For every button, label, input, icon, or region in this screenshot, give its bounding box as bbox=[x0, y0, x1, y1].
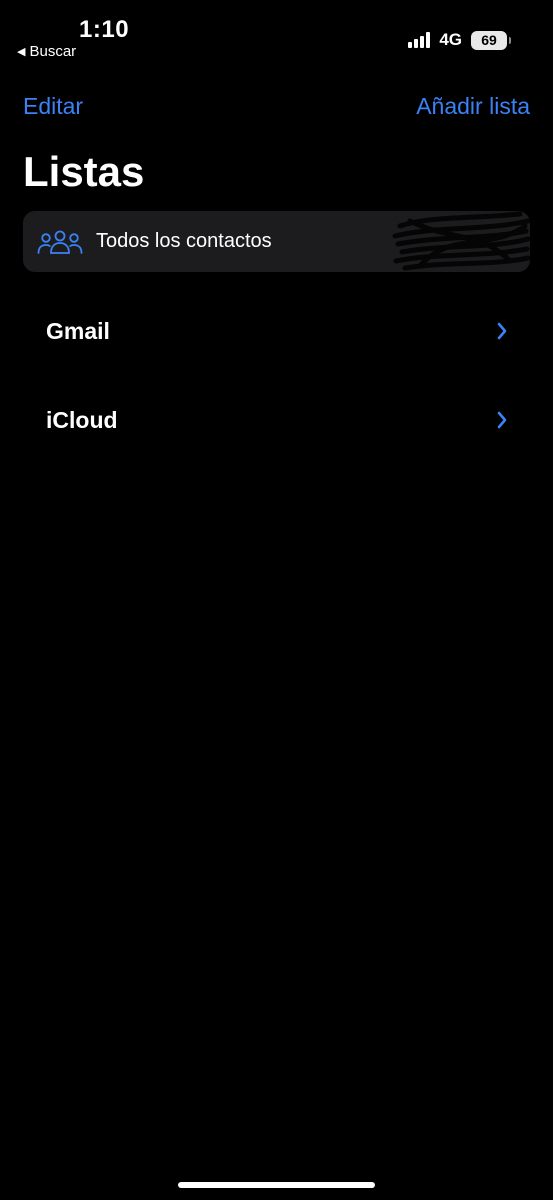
edit-button[interactable]: Editar bbox=[23, 93, 83, 120]
list-item-label: iCloud bbox=[46, 406, 118, 433]
status-bar: 1:10 ◀ Buscar 4G 69 bbox=[0, 0, 553, 66]
add-list-button[interactable]: Añadir lista bbox=[416, 93, 530, 120]
cellular-signal-icon bbox=[408, 32, 431, 48]
list-item-label: Gmail bbox=[46, 317, 110, 344]
all-contacts-row[interactable]: Todos los contactos bbox=[23, 211, 530, 272]
chevron-right-icon bbox=[497, 411, 507, 429]
back-triangle-icon: ◀ bbox=[17, 46, 26, 58]
all-contacts-label: Todos los contactos bbox=[96, 230, 272, 252]
people-group-icon bbox=[37, 229, 83, 255]
network-type: 4G bbox=[439, 30, 462, 49]
status-indicators: 4G 69 bbox=[408, 30, 511, 50]
chevron-right-icon bbox=[497, 322, 507, 340]
page-title: Listas bbox=[23, 148, 145, 195]
battery-level: 69 bbox=[481, 32, 497, 48]
back-link-label: Buscar bbox=[29, 43, 77, 60]
redaction-scribble bbox=[392, 211, 530, 271]
list-item-icloud[interactable]: iCloud bbox=[23, 391, 530, 449]
list-item-gmail[interactable]: Gmail bbox=[23, 302, 530, 360]
back-to-search-link[interactable]: ◀ Buscar bbox=[17, 43, 76, 60]
battery-icon: 69 bbox=[471, 30, 511, 50]
status-time: 1:10 bbox=[79, 16, 130, 43]
home-indicator[interactable] bbox=[178, 1182, 375, 1188]
